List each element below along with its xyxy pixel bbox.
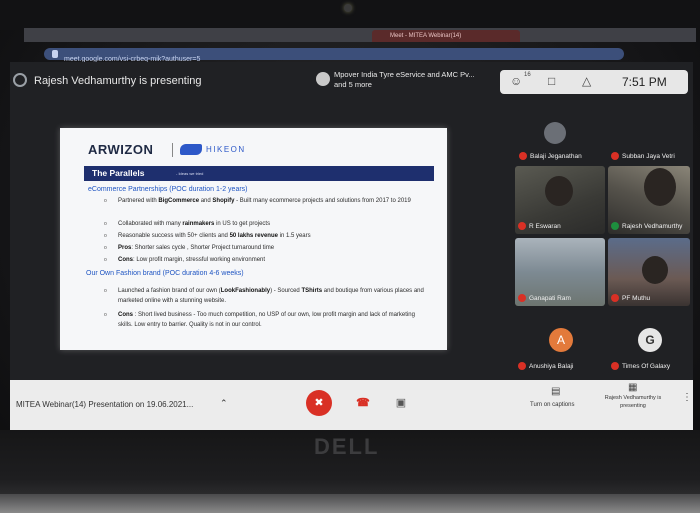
participant-name: Anushiya Balaji (529, 363, 574, 370)
captions-button-label[interactable]: Turn on captions (530, 402, 574, 408)
hikeon-logo: HIKEON (206, 145, 246, 154)
participant-name: PF Muthu (622, 295, 651, 302)
captions-icon[interactable]: ▤ (551, 386, 560, 397)
section-band: The Parallels - Ideas we tried (84, 166, 434, 181)
slide-heading-fashion: Our Own Fashion brand (POC duration 4-6 … (86, 270, 244, 277)
chevron-up-icon[interactable]: ⌃ (220, 398, 228, 409)
participant-name: Rajesh Vedhamurthy (622, 223, 683, 230)
avatar: G (638, 328, 662, 352)
logo-divider (172, 143, 173, 157)
arwizon-logo: ARWIZON (88, 142, 154, 157)
slide-bullet: Reasonable success with 50+ clients and … (104, 231, 418, 241)
slide-bullet: Partnered with BigCommerce and Shopify -… (104, 196, 418, 206)
participant-tile[interactable]: Subban Jaya Vetri (608, 110, 686, 164)
mic-off-icon (518, 222, 526, 230)
meeting-title: MITEA Webinar(14) Presentation on 19.06.… (16, 400, 194, 409)
presenting-status-label[interactable]: Rajesh Vedhamurthy is presenting (602, 394, 664, 410)
slide-bullet: Collaborated with many rainmakers in US … (104, 219, 418, 229)
avatar: A (549, 328, 573, 352)
meeting-controls-bar: MITEA Webinar(14) Presentation on 19.06.… (10, 380, 693, 430)
mic-on-icon (611, 222, 619, 230)
chat-icon[interactable]: □ (548, 74, 555, 88)
participant-name: R Eswaran (529, 223, 561, 230)
mic-off-icon (611, 152, 619, 160)
meet-window: Rajesh Vedhamurthy is presenting Mpover … (10, 62, 693, 430)
participant-name: Ganapati Ram (529, 295, 571, 302)
participant-video-tile[interactable]: Rajesh Vedhamurthy (608, 166, 690, 234)
mic-off-icon (519, 152, 527, 160)
webcam-icon (344, 4, 352, 12)
participant-name: Balaji Jeganathan (530, 153, 582, 160)
people-icon[interactable]: ☺ (510, 74, 522, 88)
clock: 7:51 PM (622, 75, 667, 89)
leave-call-button[interactable]: ☎ (350, 390, 376, 416)
bull-logo-icon (180, 144, 202, 155)
participant-count: 16 (524, 72, 531, 78)
presented-slide: ARWIZON HIKEON The Parallels - Ideas we … (60, 128, 447, 350)
dell-logo: DELL (314, 434, 380, 459)
present-now-icon[interactable]: ▦ (628, 382, 637, 393)
microphone-toggle-button[interactable]: ✖ (306, 390, 332, 416)
browser-tab-strip (24, 28, 696, 42)
participant-video (644, 168, 676, 206)
mic-off-icon (518, 294, 526, 302)
participant-video (545, 176, 573, 206)
slide-bullet: Cons : Short lived business - Too much c… (104, 310, 428, 330)
participant-tile[interactable]: A Anushiya Balaji (515, 318, 605, 374)
presenting-bar: Rajesh Vedhamurthy is presenting Mpover … (10, 62, 693, 98)
presenting-icon (13, 73, 27, 87)
browser-tab-meet[interactable]: Meet - MITEA Webinar(14) (372, 30, 520, 42)
slide-bullet: Pros: Shorter sales cycle , Shorter Proj… (104, 243, 418, 253)
laptop-hinge (0, 494, 700, 513)
camera-toggle-button[interactable]: ▣ (388, 390, 414, 416)
browser-tab-label: Meet - MITEA Webinar(14) (390, 33, 462, 39)
presenting-banner: Rajesh Vedhamurthy is presenting (34, 75, 202, 87)
mic-off-icon (611, 362, 619, 370)
participant-avatar-icon (316, 72, 330, 86)
participant-name: Times Of Galaxy (622, 363, 671, 370)
slide-bullet: Cons: Low profit margin, stressful worki… (104, 255, 418, 265)
participant-video (642, 256, 668, 284)
participant-video-tile[interactable]: Ganapati Ram (515, 238, 605, 306)
activities-icon[interactable]: △ (582, 74, 591, 88)
join-notification[interactable]: Mpover India Tyre eService and AMC Pv...… (316, 68, 486, 92)
participant-name: Subban Jaya Vetri (622, 153, 675, 160)
participant-tile[interactable]: Balaji Jeganathan (516, 110, 594, 164)
mic-off-icon (611, 294, 619, 302)
participant-video-tile[interactable]: PF Muthu (608, 238, 690, 306)
more-options-icon[interactable]: ⋮ (682, 392, 692, 403)
section-title: The Parallels (92, 168, 145, 178)
laptop-photo: Meet - MITEA Webinar(14) meet.google.com… (0, 0, 700, 513)
lock-icon (52, 50, 58, 58)
slide-heading-ecommerce: eCommerce Partnerships (POC duration 1-2… (88, 186, 248, 193)
address-bar[interactable]: meet.google.com/vsi-crbeq-mik?authuser=5 (44, 48, 624, 63)
slide-bullet: Launched a fashion brand of our own (Loo… (104, 286, 428, 306)
top-controls: ☺ 16 □ △ 7:51 PM (500, 70, 688, 94)
section-subtitle: - Ideas we tried (176, 171, 204, 176)
participant-tile[interactable]: G Times Of Galaxy (608, 318, 690, 374)
participant-video-tile[interactable]: R Eswaran (515, 166, 605, 234)
mic-off-icon (518, 362, 526, 370)
join-notification-text: Mpover India Tyre eService and AMC Pv...… (334, 70, 475, 89)
avatar (544, 122, 566, 144)
